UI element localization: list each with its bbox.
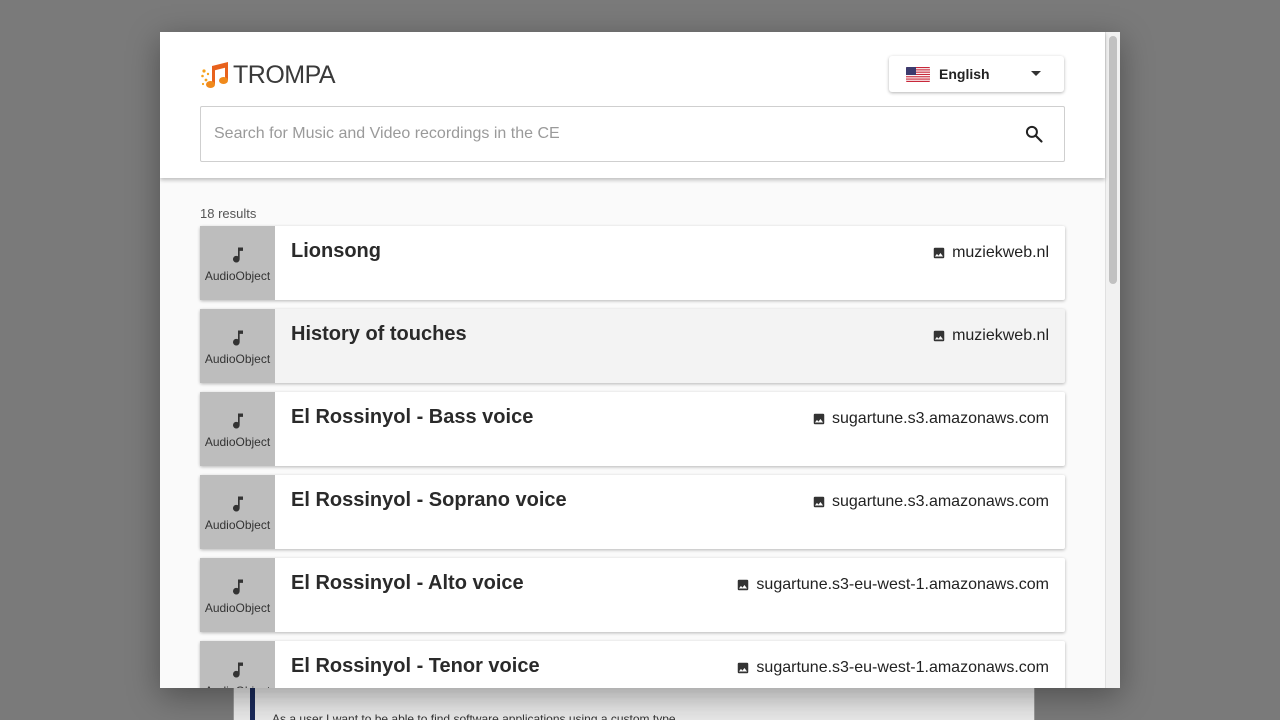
- result-item[interactable]: AudioObject El Rossinyol - Soprano voice…: [200, 475, 1065, 549]
- image-icon: [813, 413, 825, 425]
- result-source-text: sugartune.s3-eu-west-1.amazonaws.com: [756, 659, 1049, 676]
- results-area: 18 results AudioObject Lionsong muziekwe…: [160, 178, 1105, 688]
- result-item[interactable]: AudioObject History of touches muziekweb…: [200, 309, 1065, 383]
- results-count: 18 results: [200, 206, 257, 221]
- result-title: El Rossinyol - Soprano voice: [291, 489, 567, 511]
- result-source-text: muziekweb.nl: [952, 244, 1049, 261]
- media-type-label: AudioObject: [200, 684, 275, 688]
- media-type-box: AudioObject: [200, 392, 275, 466]
- media-type-box: AudioObject: [200, 226, 275, 300]
- media-type-box: AudioObject: [200, 558, 275, 632]
- image-icon: [933, 330, 945, 342]
- language-selector[interactable]: English: [889, 56, 1064, 92]
- music-note-icon: [233, 496, 243, 512]
- search-icon[interactable]: [1024, 124, 1044, 144]
- result-source-text: sugartune.s3.amazonaws.com: [832, 410, 1049, 427]
- image-icon: [813, 496, 825, 508]
- dialog-scrollbar[interactable]: [1105, 32, 1120, 688]
- result-source: sugartune.s3.amazonaws.com: [812, 493, 1049, 511]
- result-title: History of touches: [291, 323, 467, 345]
- result-source: sugartune.s3.amazonaws.com: [812, 410, 1049, 428]
- result-source: muziekweb.nl: [932, 244, 1049, 262]
- image-icon: [933, 247, 945, 259]
- result-item[interactable]: AudioObject El Rossinyol - Alto voice su…: [200, 558, 1065, 632]
- result-title: Lionsong: [291, 240, 381, 262]
- result-source-text: muziekweb.nl: [952, 327, 1049, 344]
- music-note-icon: [233, 662, 243, 678]
- result-source: muziekweb.nl: [932, 327, 1049, 345]
- music-note-icon: [233, 413, 243, 429]
- music-note-icon: [233, 579, 243, 595]
- music-note-icon: [233, 247, 243, 263]
- result-item[interactable]: AudioObject El Rossinyol - Bass voice su…: [200, 392, 1065, 466]
- image-icon: [738, 579, 749, 591]
- result-source-text: sugartune.s3.amazonaws.com: [832, 493, 1049, 510]
- us-flag-icon: [906, 66, 930, 82]
- result-source: sugartune.s3-eu-west-1.amazonaws.com: [736, 659, 1049, 677]
- result-title: El Rossinyol - Alto voice: [291, 572, 524, 594]
- search-input[interactable]: [201, 107, 1001, 161]
- background-story-text: As a user I want to be able to find soft…: [272, 712, 676, 720]
- result-source: sugartune.s3-eu-west-1.amazonaws.com: [736, 576, 1049, 594]
- trompa-logo: TROMPA: [200, 60, 336, 90]
- brand-name: TROMPA: [233, 60, 336, 89]
- result-list: AudioObject Lionsong muziekweb.nl AudioO…: [200, 226, 1065, 688]
- result-item[interactable]: AudioObject El Rossinyol - Tenor voice s…: [200, 641, 1065, 688]
- image-icon: [738, 662, 749, 674]
- media-type-label: AudioObject: [204, 435, 271, 449]
- dialog-header: TROMPA English: [160, 32, 1105, 178]
- media-type-box: AudioObject: [200, 641, 275, 688]
- scrollbar-thumb[interactable]: [1109, 36, 1117, 284]
- music-note-icon: [233, 330, 243, 346]
- music-note-logo-icon: [201, 62, 228, 88]
- media-type-label: AudioObject: [204, 601, 271, 615]
- language-label: English: [939, 66, 990, 82]
- media-type-box: AudioObject: [200, 475, 275, 549]
- search-dialog: TROMPA English Search for Music and Vide…: [160, 32, 1120, 688]
- chevron-down-icon: [1031, 71, 1041, 76]
- result-source-text: sugartune.s3-eu-west-1.amazonaws.com: [756, 576, 1049, 593]
- media-type-label: AudioObject: [204, 352, 271, 366]
- result-item[interactable]: AudioObject Lionsong muziekweb.nl: [200, 226, 1065, 300]
- media-type-box: AudioObject: [200, 309, 275, 383]
- media-type-label: AudioObject: [204, 518, 271, 532]
- search-box: [200, 106, 1065, 162]
- media-type-label: AudioObject: [204, 269, 271, 283]
- result-title: El Rossinyol - Bass voice: [291, 406, 534, 428]
- result-title: El Rossinyol - Tenor voice: [291, 655, 540, 677]
